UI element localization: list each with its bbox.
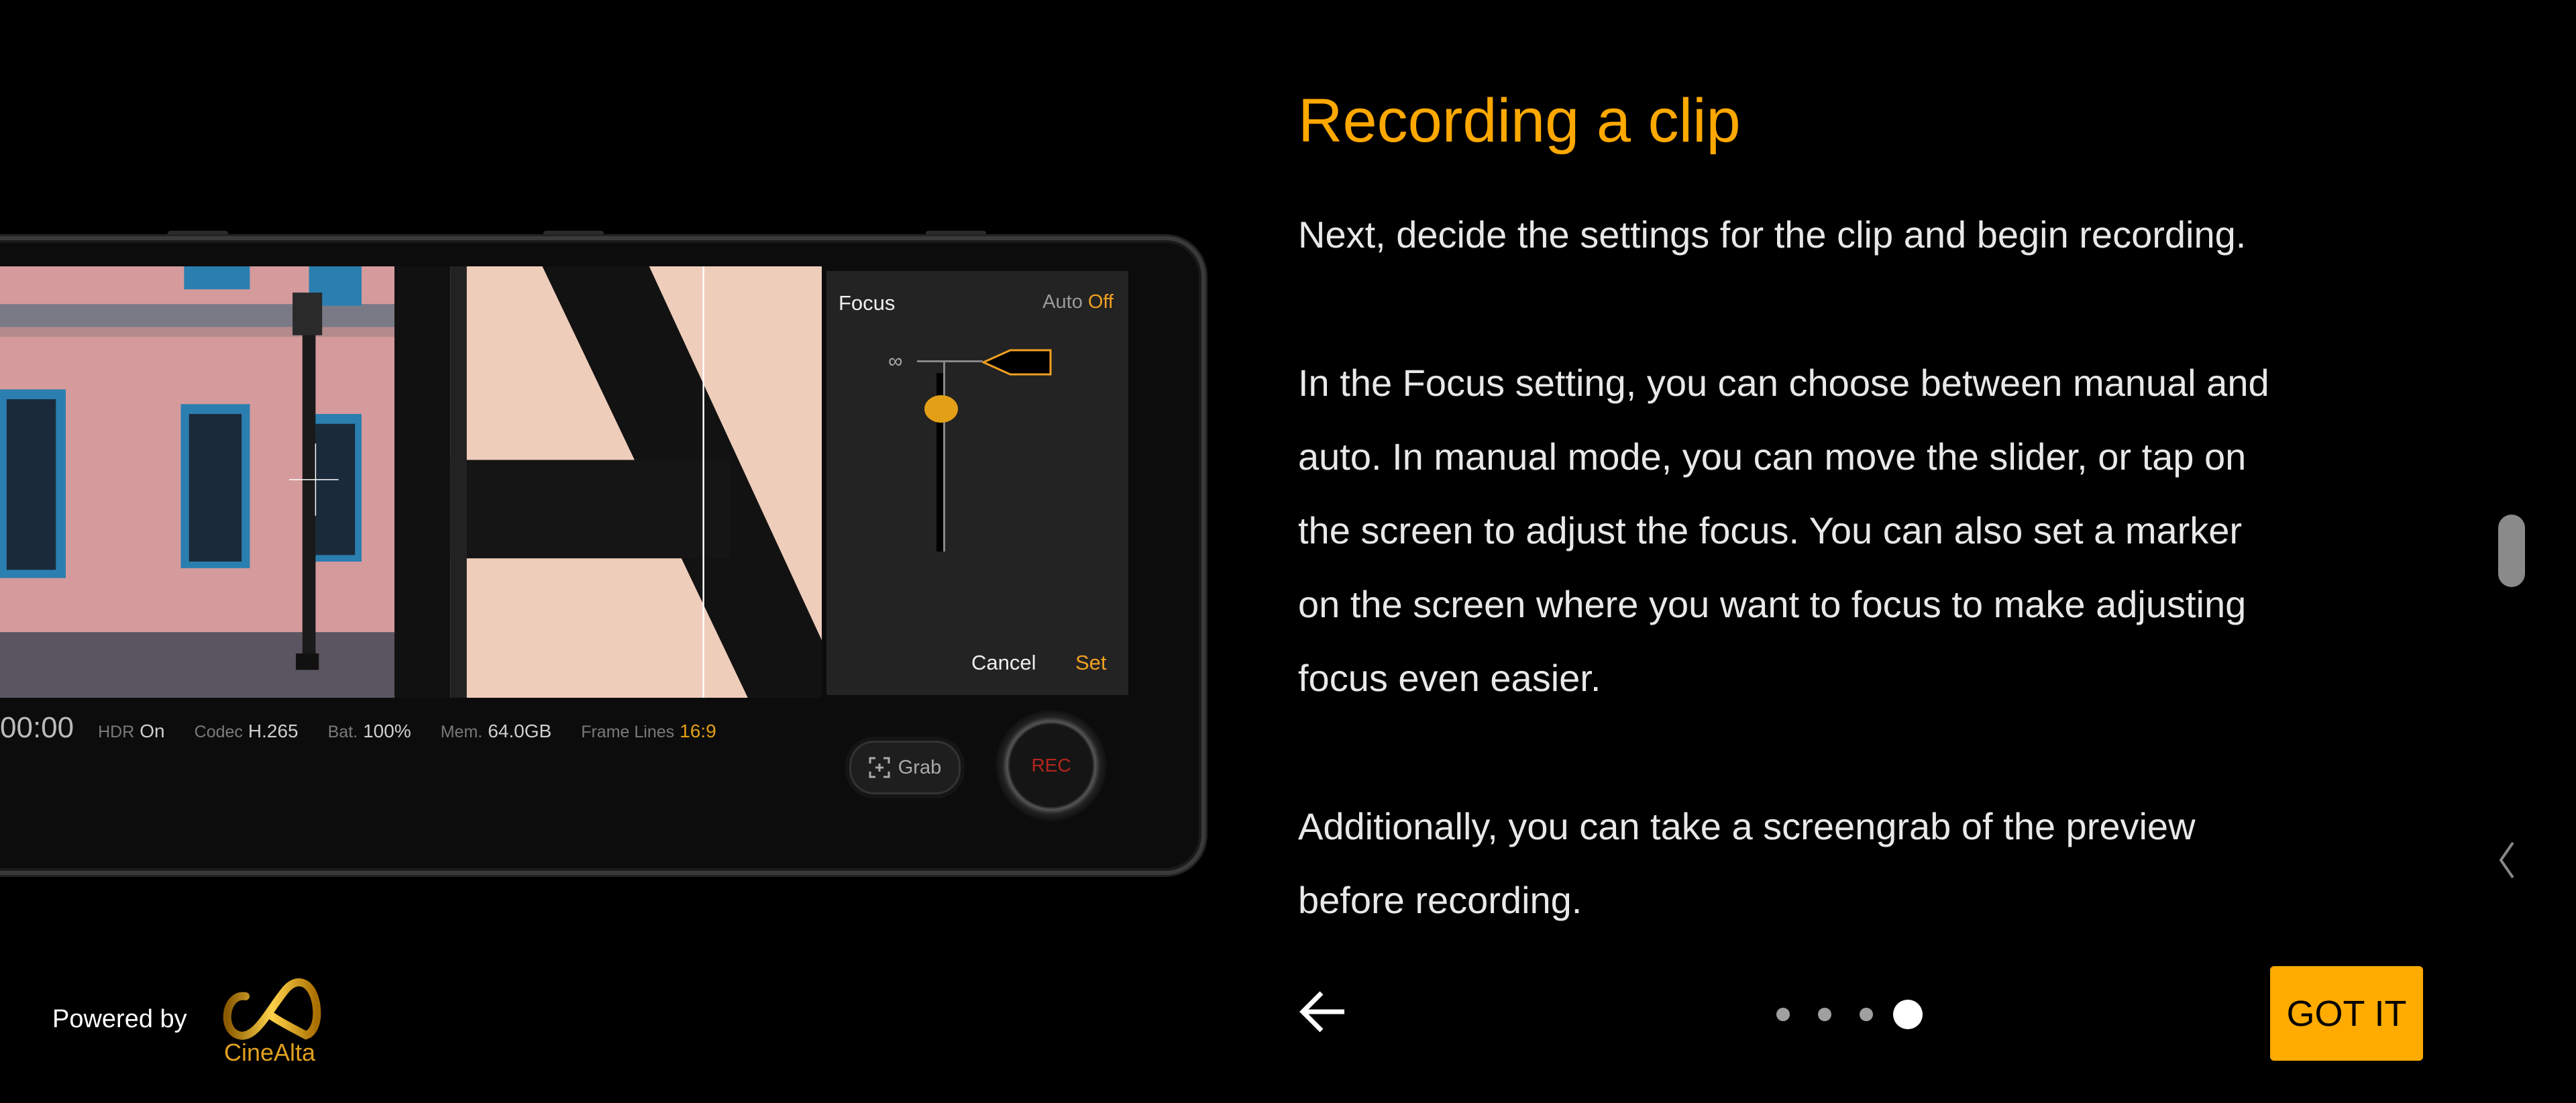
page-dot-active[interactable] — [1893, 1000, 1923, 1029]
text-line: focus even easier. — [1298, 657, 1601, 699]
slider-tick — [917, 360, 983, 362]
focus-marker-icon[interactable] — [982, 348, 1052, 377]
focus-title: Focus — [839, 291, 896, 315]
powered-by-label: Powered by — [52, 1005, 187, 1033]
infinity-label: ∞ — [888, 350, 903, 372]
memory-label: Mem. — [440, 723, 483, 741]
focus-panel: Focus Auto Off ∞ Cancel Set — [826, 271, 1128, 695]
page-indicator — [1776, 1000, 1923, 1029]
timecode: 00:00 — [0, 711, 74, 744]
memory-value: 64.0GB — [488, 721, 552, 741]
text-line: the screen to adjust the focus. You can … — [1298, 509, 2243, 552]
text-line: Next, decide the settings for the clip a… — [1298, 213, 2247, 256]
paragraph-intro: Next, decide the settings for the clip a… — [1298, 198, 2246, 272]
page-dot[interactable] — [1860, 1008, 1873, 1021]
battery-label: Bat. — [327, 723, 358, 741]
cinealta-logo-text: CineAlta — [224, 1039, 316, 1066]
camera-preview[interactable] — [0, 266, 822, 698]
grab-label: Grab — [898, 756, 942, 778]
focus-slider-handle[interactable] — [924, 395, 958, 423]
set-button[interactable]: Set — [1075, 651, 1107, 675]
text-line: on the screen where you want to focus to… — [1298, 583, 2247, 625]
cinealta-logo-icon — [223, 978, 321, 1040]
chevron-left-icon[interactable] — [2497, 840, 2516, 880]
screengrab-icon — [869, 757, 890, 778]
auto-focus-toggle[interactable]: Auto Off — [1042, 291, 1114, 313]
codec-value: H.265 — [248, 721, 299, 741]
cancel-button[interactable]: Cancel — [971, 651, 1036, 675]
hdr-value: On — [140, 721, 165, 741]
page-dot[interactable] — [1818, 1008, 1831, 1021]
text-line: In the Focus setting, you can choose bet… — [1298, 362, 2269, 404]
paragraph-screengrab: Additionally, you can take a screengrab … — [1298, 790, 2196, 937]
got-it-button[interactable]: GOT IT — [2270, 966, 2423, 1061]
record-button[interactable]: REC — [996, 710, 1107, 821]
auto-value: Off — [1087, 291, 1114, 313]
paragraph-focus: In the Focus setting, you can choose bet… — [1298, 346, 2269, 715]
page-dot[interactable] — [1776, 1008, 1790, 1021]
page-title: Recording a clip — [1298, 87, 1741, 155]
auto-label: Auto — [1042, 291, 1083, 313]
text-line: Additionally, you can take a screengrab … — [1298, 805, 2196, 847]
frame-lines-value: 16:9 — [680, 721, 716, 741]
text-line: auto. In manual mode, you can move the s… — [1298, 435, 2247, 478]
grab-button[interactable]: Grab — [849, 741, 961, 794]
battery-value: 100% — [363, 721, 411, 741]
scrollbar[interactable] — [2498, 515, 2525, 587]
hdr-label: HDR — [98, 723, 135, 741]
rec-label: REC — [1031, 755, 1071, 776]
text-line: before recording. — [1298, 879, 1582, 921]
slider-guide — [943, 360, 945, 552]
camera-status-bar: 00:00 HDR On Codec H.265 Bat. 100% Mem. 64.0… — [0, 711, 746, 744]
codec-label: Codec — [194, 723, 243, 741]
back-arrow-icon[interactable] — [1299, 990, 1347, 1033]
frame-lines-label: Frame Lines — [581, 723, 675, 741]
